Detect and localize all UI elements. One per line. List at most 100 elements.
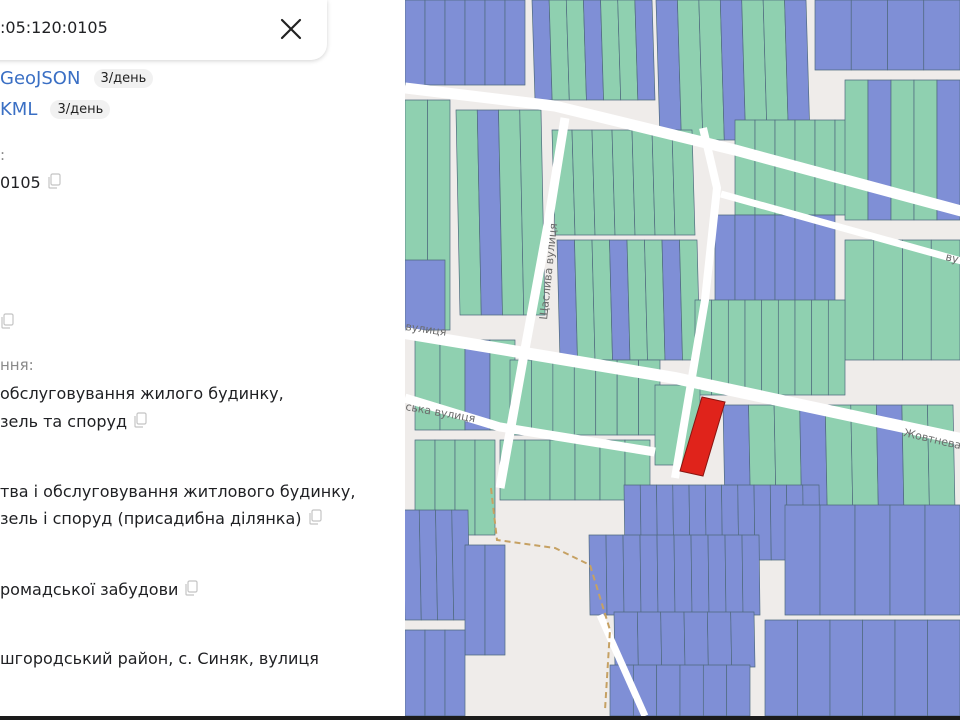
land-parcel[interactable] xyxy=(677,0,704,141)
land-parcel[interactable] xyxy=(600,0,622,101)
land-parcel[interactable] xyxy=(854,504,891,616)
land-parcel[interactable] xyxy=(741,534,761,616)
land-parcel[interactable] xyxy=(656,534,676,616)
land-parcel[interactable] xyxy=(531,0,553,101)
land-parcel[interactable] xyxy=(631,129,656,236)
land-parcel[interactable] xyxy=(484,544,506,656)
land-parcel[interactable] xyxy=(444,629,466,716)
parcel-layer[interactable] xyxy=(405,0,960,716)
land-parcel[interactable] xyxy=(844,79,869,221)
copy-purpose2-button[interactable] xyxy=(308,509,322,525)
land-parcel[interactable] xyxy=(626,239,648,361)
land-parcel[interactable] xyxy=(464,0,486,86)
land-parcel[interactable] xyxy=(574,239,596,361)
land-parcel[interactable] xyxy=(927,404,956,511)
land-parcel[interactable] xyxy=(611,129,636,236)
land-parcel[interactable] xyxy=(455,109,482,316)
land-parcel[interactable] xyxy=(591,129,616,236)
land-parcel[interactable] xyxy=(524,439,551,501)
land-parcel[interactable] xyxy=(862,619,896,716)
land-parcel[interactable] xyxy=(591,239,613,361)
land-parcel[interactable] xyxy=(777,299,796,396)
land-parcel[interactable] xyxy=(405,629,426,716)
land-parcel[interactable] xyxy=(889,504,926,616)
land-parcel[interactable] xyxy=(741,0,768,141)
land-parcel[interactable] xyxy=(548,0,570,101)
land-parcel[interactable] xyxy=(811,299,829,396)
land-parcel[interactable] xyxy=(504,0,526,86)
land-parcel[interactable] xyxy=(552,359,575,436)
land-parcel[interactable] xyxy=(424,0,446,86)
land-parcel[interactable] xyxy=(923,0,960,71)
land-parcel[interactable] xyxy=(706,611,733,668)
copy-area-button[interactable] xyxy=(0,313,14,329)
land-parcel[interactable] xyxy=(574,439,601,501)
land-parcel[interactable] xyxy=(814,0,852,71)
land-parcel[interactable] xyxy=(690,534,710,616)
land-parcel[interactable] xyxy=(405,0,426,86)
land-parcel[interactable] xyxy=(873,239,903,361)
land-parcel[interactable] xyxy=(724,534,744,616)
land-parcel[interactable] xyxy=(661,239,683,361)
land-parcel[interactable] xyxy=(902,239,932,361)
land-parcel[interactable] xyxy=(583,0,604,101)
land-parcel[interactable] xyxy=(565,0,587,101)
land-parcel[interactable] xyxy=(484,0,506,86)
land-parcel[interactable] xyxy=(571,129,596,236)
map-canvas[interactable]: Щаслива вулиця Жовтнева вулиця ська вули… xyxy=(405,0,960,716)
land-parcel[interactable] xyxy=(444,0,466,86)
cadastral-search-box[interactable]: :05:120:0105 xyxy=(0,0,327,60)
search-input[interactable]: :05:120:0105 xyxy=(0,18,108,37)
land-parcel[interactable] xyxy=(474,439,496,536)
land-parcel[interactable] xyxy=(588,534,608,616)
land-parcel[interactable] xyxy=(784,0,811,141)
land-parcel[interactable] xyxy=(605,534,625,616)
land-parcel[interactable] xyxy=(819,504,856,616)
land-parcel[interactable] xyxy=(617,0,639,101)
land-parcel[interactable] xyxy=(573,359,597,436)
land-parcel[interactable] xyxy=(549,439,576,501)
land-parcel[interactable] xyxy=(435,509,455,621)
land-parcel[interactable] xyxy=(656,664,681,716)
land-parcel[interactable] xyxy=(936,79,960,221)
land-parcel[interactable] xyxy=(679,664,704,716)
land-parcel[interactable] xyxy=(660,611,686,668)
land-parcel[interactable] xyxy=(673,534,693,616)
land-parcel[interactable] xyxy=(671,129,696,236)
download-kml-link[interactable]: KML xyxy=(0,99,37,120)
land-parcel[interactable] xyxy=(894,619,928,716)
copy-category-button[interactable] xyxy=(184,580,199,596)
land-parcel[interactable] xyxy=(531,359,554,436)
close-button[interactable] xyxy=(273,11,309,47)
land-parcel[interactable] xyxy=(901,404,930,511)
download-geojson-link[interactable]: GeoJSON xyxy=(0,68,80,89)
land-parcel[interactable] xyxy=(867,79,892,221)
land-parcel[interactable] xyxy=(683,611,709,668)
land-parcel[interactable] xyxy=(850,0,888,71)
copy-purpose-button[interactable] xyxy=(133,412,147,428)
land-parcel[interactable] xyxy=(827,299,846,396)
land-parcel[interactable] xyxy=(622,534,642,616)
land-parcel[interactable] xyxy=(829,619,863,716)
land-parcel[interactable] xyxy=(556,239,578,361)
land-parcel[interactable] xyxy=(639,534,659,616)
land-parcel[interactable] xyxy=(405,509,422,621)
land-parcel[interactable] xyxy=(797,619,831,716)
land-parcel[interactable] xyxy=(730,611,756,668)
land-parcel[interactable] xyxy=(726,664,751,716)
land-parcel[interactable] xyxy=(927,619,960,716)
land-parcel[interactable] xyxy=(794,299,813,396)
land-parcel[interactable] xyxy=(655,0,682,141)
land-parcel[interactable] xyxy=(887,0,925,71)
land-parcel[interactable] xyxy=(924,504,960,616)
land-parcel[interactable] xyxy=(634,0,656,101)
land-parcel[interactable] xyxy=(761,299,779,396)
land-parcel[interactable] xyxy=(405,259,446,331)
land-parcel[interactable] xyxy=(698,0,725,141)
land-parcel[interactable] xyxy=(844,239,875,361)
land-parcel[interactable] xyxy=(476,109,503,316)
land-parcel[interactable] xyxy=(464,544,486,656)
land-parcel[interactable] xyxy=(702,664,728,716)
land-parcel[interactable] xyxy=(764,619,798,716)
land-parcel[interactable] xyxy=(644,239,666,361)
